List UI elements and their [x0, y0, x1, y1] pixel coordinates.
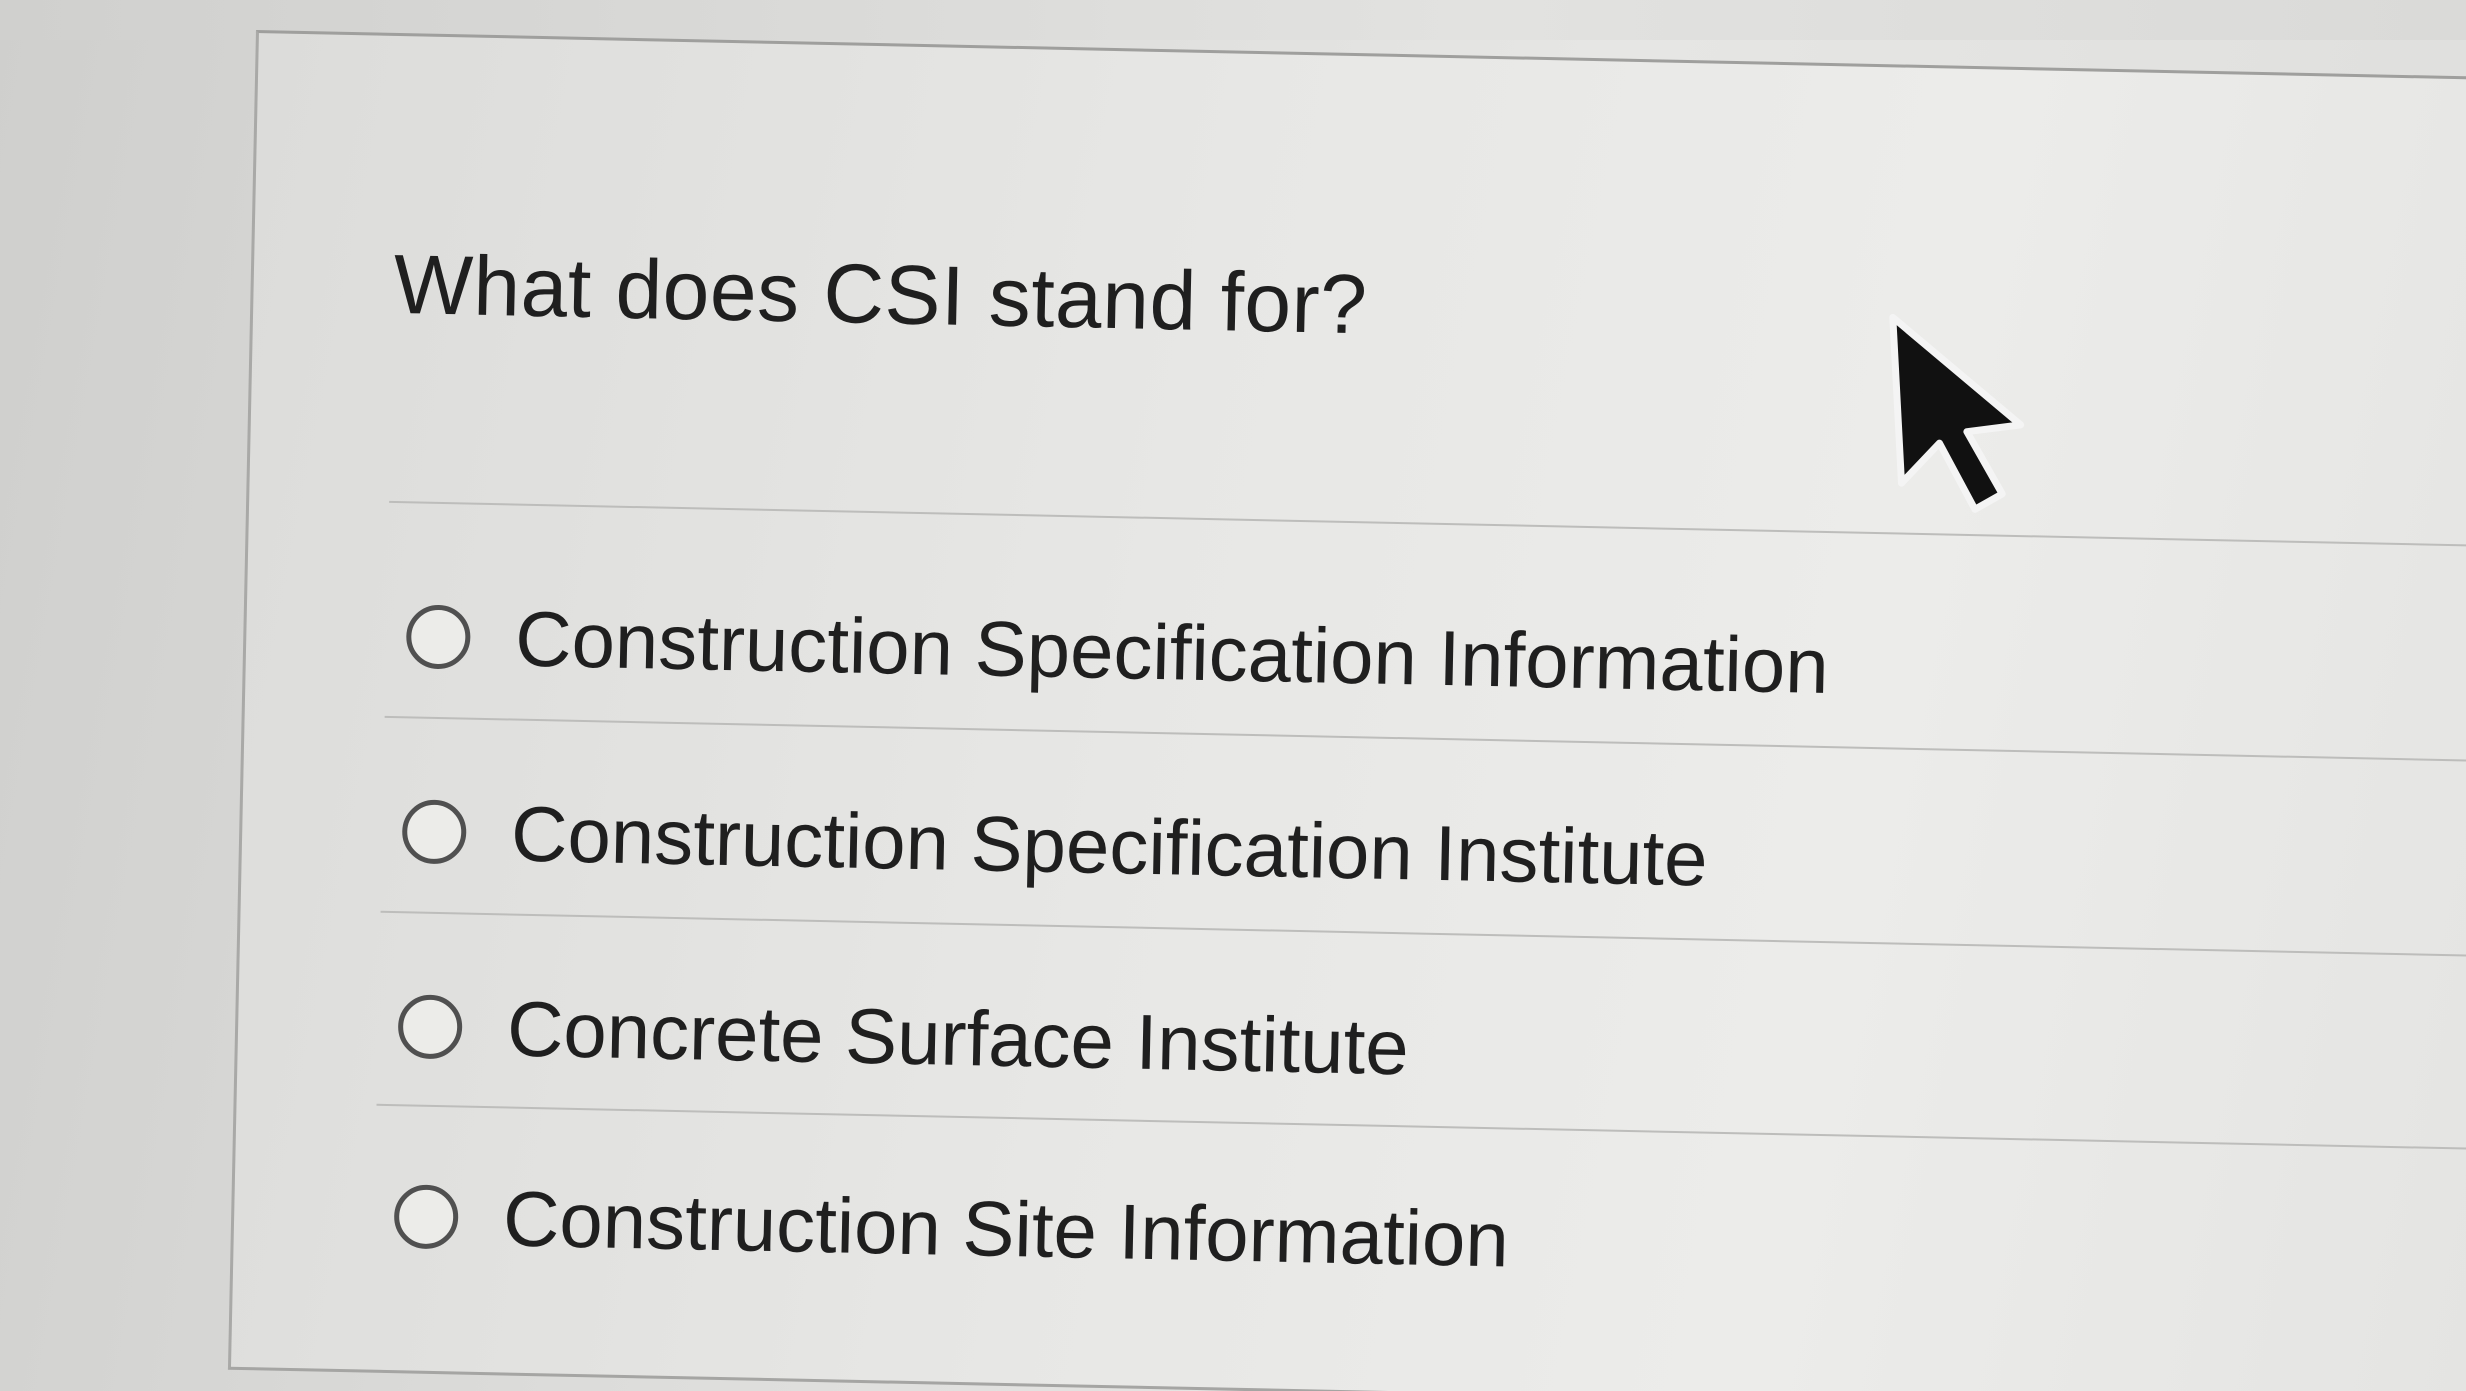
answer-label[interactable]: Construction Specification Information: [514, 593, 1829, 711]
radio-button-icon[interactable]: [397, 994, 463, 1060]
question-divider: [389, 500, 2466, 548]
question-text: What does CSI stand for?: [392, 236, 1369, 352]
answer-label[interactable]: Construction Site Information: [502, 1173, 1509, 1285]
answer-option-3[interactable]: Concrete Surface Institute: [397, 966, 2466, 1130]
screen: What does CSI stand for? Construction Sp…: [0, 0, 2466, 1391]
answer-option-2[interactable]: Construction Specification Institute: [401, 771, 2466, 935]
answer-option-1[interactable]: Construction Specification Information: [405, 576, 2466, 740]
mouse-pointer-icon: [1889, 313, 2025, 513]
answer-option-4[interactable]: Construction Site Information: [393, 1156, 2466, 1320]
question-card: What does CSI stand for? Construction Sp…: [227, 30, 2466, 1391]
answer-label[interactable]: Construction Specification Institute: [510, 788, 1708, 904]
radio-button-icon[interactable]: [401, 799, 467, 865]
answer-label[interactable]: Concrete Surface Institute: [506, 983, 1410, 1093]
radio-button-icon[interactable]: [405, 604, 471, 670]
radio-button-icon[interactable]: [393, 1184, 459, 1250]
